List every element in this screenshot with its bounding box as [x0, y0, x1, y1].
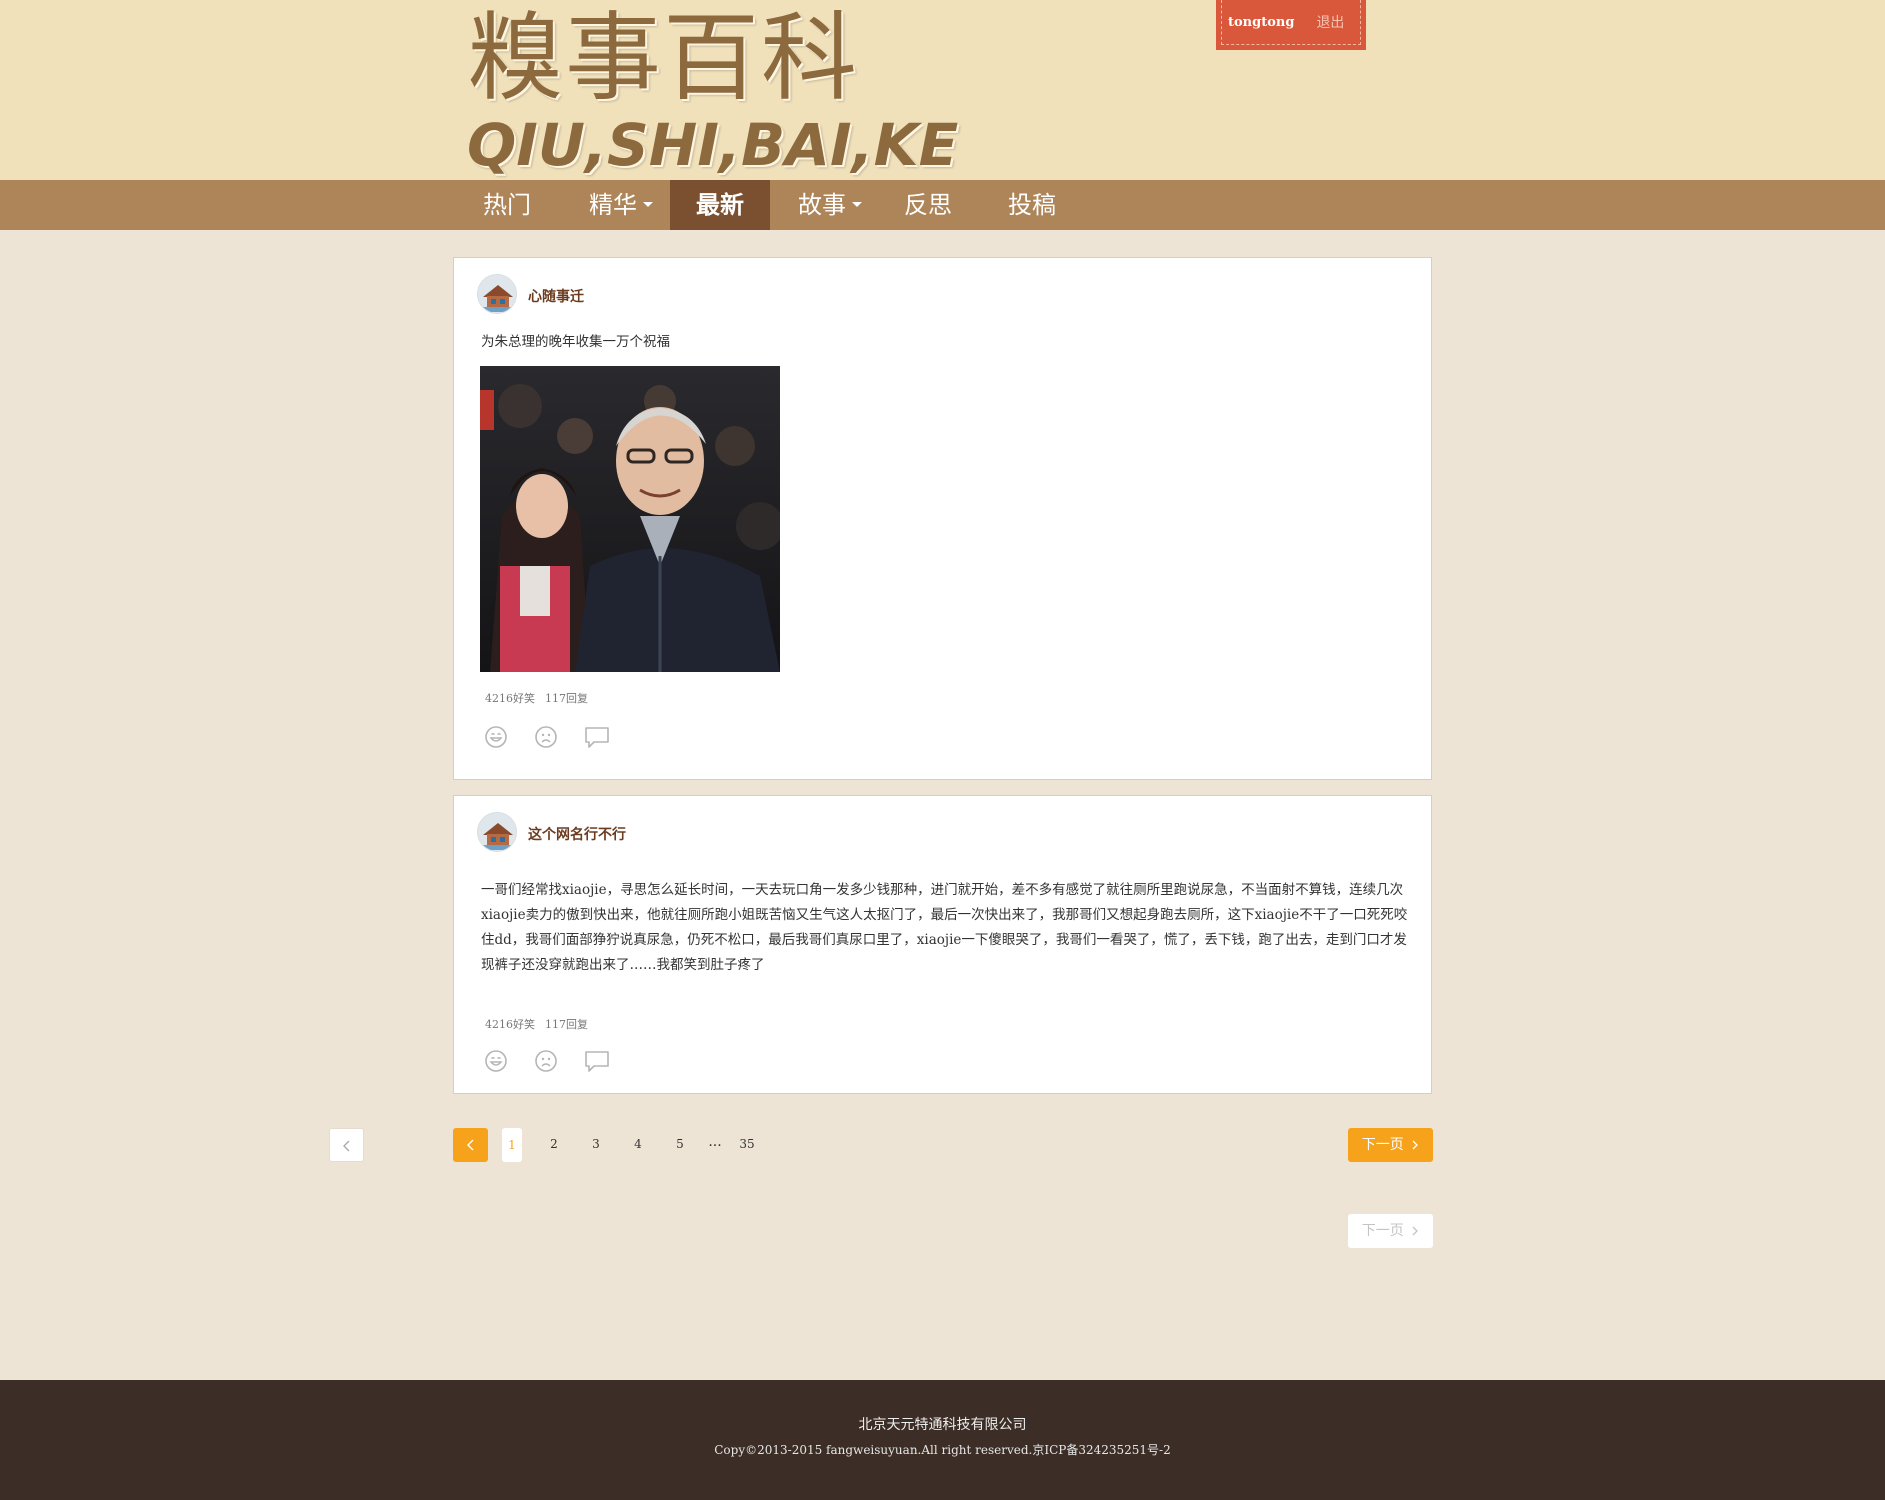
next-page-button-secondary[interactable]: 下一页 — [1348, 1214, 1433, 1248]
post-actions — [484, 725, 610, 749]
reply-count[interactable]: 117回复 — [545, 1018, 588, 1031]
post-image[interactable] — [480, 366, 780, 672]
user-box: tongtong 退出 — [1216, 0, 1366, 50]
nav-item-label: 投稿 — [1008, 191, 1056, 219]
reply-count[interactable]: 117回复 — [545, 692, 588, 705]
chevron-left-icon — [342, 1140, 349, 1152]
funny-count: 4216好笑 — [485, 692, 535, 705]
avatar[interactable] — [477, 812, 517, 852]
chevron-right-icon — [1412, 1140, 1419, 1150]
nav-item-label: 热门 — [483, 191, 531, 219]
post-stats: 4216好笑 117回复 — [485, 1016, 598, 1032]
chevron-left-icon — [466, 1139, 473, 1151]
footer-copyright: Copy©2013-2015 fangweisuyuan.All right r… — [714, 1443, 1171, 1457]
nav-item-essence[interactable]: 精华 — [571, 180, 671, 230]
page-current[interactable]: 1 — [502, 1128, 522, 1162]
page-link[interactable]: 4 — [632, 1137, 644, 1151]
next-page-label: 下一页 — [1361, 1223, 1404, 1239]
page-link-last[interactable]: 35 — [734, 1137, 760, 1151]
post-content[interactable]: 一哥们经常找xiaojie，寻思怎么延长时间，一天去玩口角一发多少钱那种，进门就… — [481, 878, 1413, 978]
prev-page-button-outer[interactable] — [329, 1128, 364, 1162]
nav-item-label: 反思 — [904, 191, 952, 219]
page-link[interactable]: 5 — [674, 1137, 686, 1151]
smile-icon[interactable] — [484, 1049, 508, 1073]
next-page-label: 下一页 — [1361, 1137, 1404, 1153]
post-stats: 4216好笑 117回复 — [485, 690, 598, 706]
post-card: 心随事迁 为朱总理的晚年收集一万个祝福 4216好笑 117回复 — [453, 257, 1432, 780]
post-content[interactable]: 为朱总理的晚年收集一万个祝福 — [481, 330, 670, 355]
site-footer: 北京天元特通科技有限公司 Copy©2013-2015 fangweisuyua… — [0, 1380, 1885, 1500]
next-page-button[interactable]: 下一页 — [1348, 1128, 1433, 1162]
page-link[interactable]: 2 — [548, 1137, 560, 1151]
avatar[interactable] — [477, 274, 517, 314]
nav-item-label: 精华 — [589, 191, 637, 219]
logo-pinyin: QIU,SHI,BAI,KE — [467, 111, 959, 179]
sad-icon[interactable] — [534, 725, 558, 749]
nav-item-latest[interactable]: 最新 — [670, 180, 770, 230]
site-logo[interactable]: 糗事百科 QIU,SHI,BAI,KE — [467, 6, 958, 178]
nav-item-label: 最新 — [696, 191, 744, 219]
site-header: 糗事百科 QIU,SHI,BAI,KE tongtong 退出 — [0, 0, 1885, 180]
logo-chinese: 糗事百科 — [467, 2, 859, 114]
post-author[interactable]: 心随事迁 — [528, 286, 584, 306]
sad-icon[interactable] — [534, 1049, 558, 1073]
post-card: 这个网名行不行 一哥们经常找xiaojie，寻思怎么延长时间，一天去玩口角一发多… — [453, 795, 1432, 1094]
nav-item-label: 故事 — [798, 191, 846, 219]
caret-down-icon — [852, 201, 862, 207]
logout-link[interactable]: 退出 — [1316, 12, 1344, 32]
nav-item-submit[interactable]: 投稿 — [992, 180, 1072, 230]
page-link[interactable]: 3 — [590, 1137, 602, 1151]
nav-item-hot[interactable]: 热门 — [467, 180, 547, 230]
smile-icon[interactable] — [484, 725, 508, 749]
main-nav: 热门 精华 最新 故事 反思 投稿 — [0, 180, 1885, 230]
comment-icon[interactable] — [584, 725, 610, 749]
username-link[interactable]: tongtong — [1228, 15, 1294, 30]
chevron-right-icon — [1412, 1226, 1419, 1236]
page-ellipsis: ... — [708, 1134, 722, 1150]
comment-icon[interactable] — [584, 1049, 610, 1073]
footer-company: 北京天元特通科技有限公司 — [858, 1417, 1027, 1433]
post-author[interactable]: 这个网名行不行 — [528, 824, 626, 844]
caret-down-icon — [643, 201, 653, 207]
nav-item-story[interactable]: 故事 — [780, 180, 880, 230]
post-actions — [484, 1049, 610, 1073]
prev-page-button[interactable] — [453, 1128, 488, 1162]
nav-item-reflect[interactable]: 反思 — [888, 180, 968, 230]
funny-count: 4216好笑 — [485, 1018, 535, 1031]
